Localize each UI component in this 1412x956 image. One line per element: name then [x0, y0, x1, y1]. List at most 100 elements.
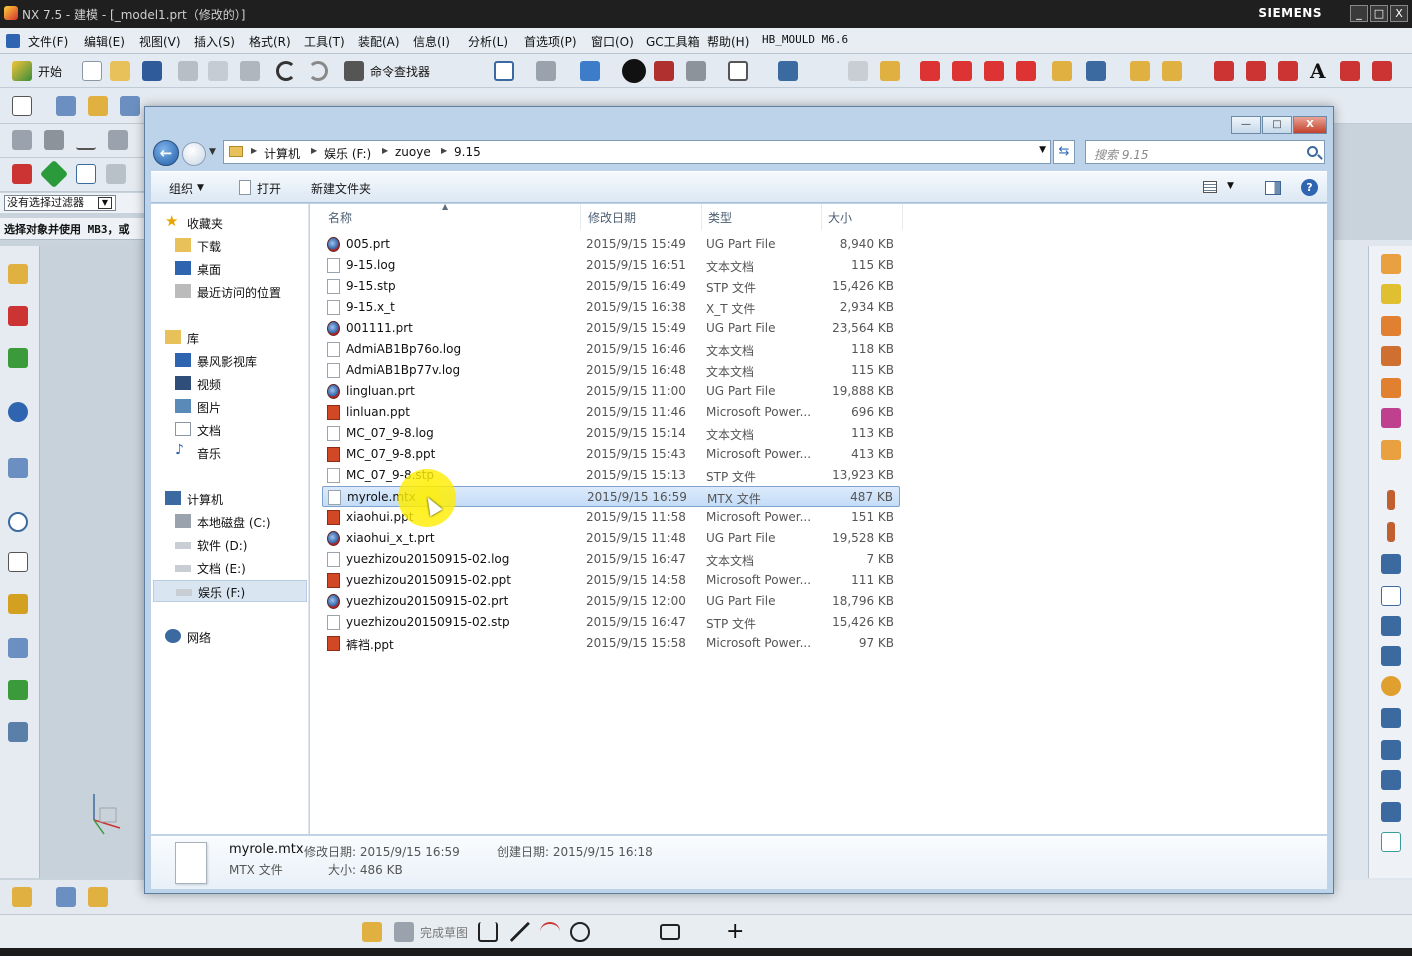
plus-icon[interactable]: + [726, 919, 744, 944]
breadcrumb-separator-icon[interactable]: ▶ [311, 146, 317, 155]
file-row[interactable]: AdmiAB1Bp77v.log 2015/9/15 16:48 文本文档 115 K… [322, 360, 900, 381]
file-row[interactable]: yuezhizou20150915-02.prt 2015/9/15 12:00 U… [322, 591, 900, 612]
change-view-icon[interactable] [1203, 181, 1217, 193]
circle-icon[interactable] [570, 922, 590, 942]
grid-icon[interactable] [106, 164, 126, 184]
column-divider[interactable] [902, 204, 903, 230]
nav-documents[interactable]: 文档 [175, 419, 305, 441]
shrinkage-icon[interactable] [1381, 316, 1401, 336]
cooling-icon[interactable] [1381, 554, 1401, 574]
csys-origin-icon[interactable] [984, 61, 1004, 81]
standard-part-icon[interactable] [1381, 708, 1401, 728]
snap-icon[interactable] [1052, 61, 1072, 81]
nav-baofeng-library[interactable]: 暴风影视库 [175, 350, 305, 372]
help-icon[interactable]: ? [1301, 179, 1318, 196]
menu-format[interactable]: 格式(R) [249, 33, 291, 50]
command-finder-icon[interactable] [344, 61, 364, 81]
nav-drive-c[interactable]: 本地磁盘 (C:) [175, 511, 305, 533]
breadcrumb-zuoye[interactable]: zuoye [395, 145, 431, 159]
save-icon[interactable] [142, 61, 162, 81]
family-mold-icon[interactable] [1381, 408, 1401, 428]
revolve-icon[interactable] [88, 96, 108, 116]
menu-preferences[interactable]: 首选项(P) [524, 33, 577, 50]
orient-view-icon[interactable] [778, 61, 798, 81]
point-icon[interactable] [1278, 61, 1298, 81]
file-row[interactable]: 9-15.stp 2015/9/15 16:49 STP 文件 15,426 KB [322, 276, 900, 297]
dialog-minimize-button[interactable]: — [1231, 116, 1261, 134]
nav-pictures[interactable]: 图片 [175, 396, 305, 418]
menu-insert[interactable]: 插入(S) [194, 33, 235, 50]
undo-icon[interactable] [276, 61, 296, 81]
system-scenes-icon[interactable] [8, 722, 28, 742]
gray-cube-icon[interactable] [686, 61, 706, 81]
sketch-icon[interactable] [12, 96, 32, 116]
back-arrow-icon[interactable]: ← [153, 140, 179, 166]
menu-hb-mould[interactable]: HB_MOULD M6.6 [762, 33, 848, 46]
arc-icon[interactable] [1246, 61, 1266, 81]
minimize-button[interactable]: _ [1350, 5, 1368, 22]
open-folder-icon[interactable] [110, 61, 130, 81]
organize-button[interactable]: 组织 [169, 180, 193, 197]
search-box[interactable]: 搜索 9.15 [1085, 140, 1325, 164]
breadcrumb-current-folder[interactable]: 9.15 [454, 145, 481, 159]
process-studio-icon[interactable] [8, 594, 28, 614]
cylinder-icon[interactable] [120, 96, 140, 116]
column-divider[interactable] [821, 204, 822, 230]
open-file-icon[interactable] [239, 180, 251, 195]
mold-csys-icon[interactable] [1381, 284, 1401, 304]
file-row[interactable]: MC_07_9-8.ppt 2015/9/15 15:43 Microsoft Po… [322, 444, 900, 465]
dialog-close-button[interactable]: X [1293, 116, 1327, 134]
background-icon[interactable] [728, 61, 748, 81]
move-icon[interactable] [1086, 61, 1106, 81]
line-icon[interactable] [1214, 61, 1234, 81]
file-row[interactable]: yuezhizou20150915-02.ppt 2015/9/15 14:58 M… [322, 570, 900, 591]
menu-view[interactable]: 视图(V) [139, 33, 181, 50]
new-component-icon[interactable] [88, 887, 108, 907]
dialog-maximize-button[interactable]: □ [1262, 116, 1292, 134]
file-row[interactable]: yuezhizou20150915-02.stp 2015/9/15 16:47 S… [322, 612, 900, 633]
menu-assembly[interactable]: 装配(A) [358, 33, 400, 50]
file-row[interactable]: xiaohui.ppt 2015/9/15 11:58 Microsoft Powe… [322, 507, 900, 528]
file-row[interactable]: 9-15.log 2015/9/15 16:51 文本文档 115 KB [322, 255, 900, 276]
view-options-chevron-icon[interactable]: ▼ [1227, 181, 1234, 191]
pocket-icon[interactable] [1381, 770, 1401, 790]
workpiece-icon[interactable] [1381, 346, 1401, 366]
column-divider[interactable] [580, 204, 581, 230]
slider-icon[interactable] [1387, 522, 1395, 542]
graphics-window[interactable] [40, 246, 144, 878]
menu-information[interactable]: 信息(I) [413, 33, 450, 50]
fit-view-icon[interactable] [494, 61, 514, 81]
column-divider[interactable] [701, 204, 702, 230]
text-icon[interactable]: A [1310, 59, 1326, 83]
file-row[interactable]: linluan.ppt 2015/9/15 11:46 Microsoft Powe… [322, 402, 900, 423]
history-icon[interactable] [8, 512, 28, 532]
file-row[interactable]: 9-15.x_t 2015/9/15 16:38 X_T 文件 2,934 KB [322, 297, 900, 318]
electrode-icon[interactable] [1381, 676, 1401, 696]
breadcrumb-drive-f[interactable]: 娱乐 (F:) [324, 145, 371, 162]
nav-drive-f[interactable]: 娱乐 (F:) [153, 580, 307, 602]
column-date-modified[interactable]: 修改日期 [588, 209, 636, 226]
copy-feature-icon[interactable] [108, 130, 128, 150]
render-style-icon[interactable] [536, 61, 556, 81]
ruler-icon[interactable] [1162, 61, 1182, 81]
csys-dynamic-icon[interactable] [952, 61, 972, 81]
breadcrumb-computer[interactable]: 计算机 [264, 145, 300, 162]
csys-rotate-icon[interactable] [1016, 61, 1036, 81]
assembly-navigator-icon[interactable] [8, 264, 28, 284]
triangle-icon[interactable] [76, 130, 96, 150]
sketch-arc-icon[interactable] [540, 922, 560, 942]
nav-favorites[interactable]: ★ 收藏夹 [165, 212, 305, 234]
block-icon[interactable] [44, 130, 64, 150]
file-row[interactable]: 005.prt 2015/9/15 15:49 UG Part File 8,940 … [322, 234, 900, 255]
forward-arrow-icon[interactable] [182, 142, 206, 166]
trim-icon[interactable] [1381, 740, 1401, 760]
rectangle-icon[interactable] [660, 924, 680, 940]
red-cube-icon[interactable] [12, 164, 32, 184]
mold-tools-icon[interactable] [1381, 440, 1401, 460]
chevron-down-icon[interactable]: ▼ [98, 197, 112, 209]
file-row[interactable]: 裤裆.ppt 2015/9/15 15:58 Microsoft Power... 9… [322, 633, 900, 654]
menu-edit[interactable]: 编辑(E) [84, 33, 125, 50]
bom-icon[interactable] [1381, 802, 1401, 822]
refresh-icon[interactable]: ⇆ [1053, 140, 1075, 164]
cut-icon[interactable] [178, 61, 198, 81]
